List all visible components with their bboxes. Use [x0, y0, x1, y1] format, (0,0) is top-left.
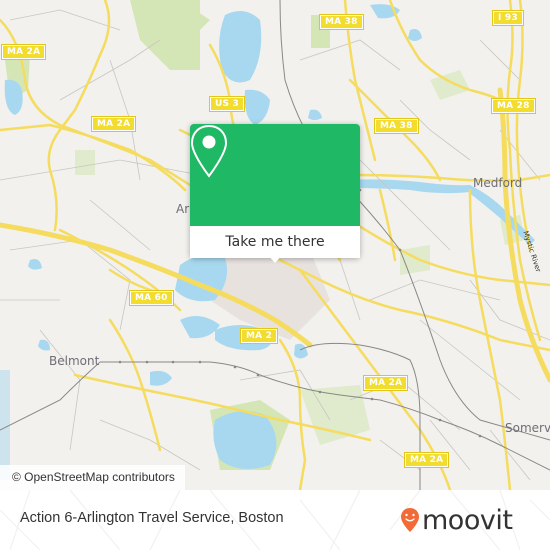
- location-popup: Take me there: [190, 124, 360, 263]
- moovit-logo[interactable]: moovit: [400, 500, 513, 540]
- route-shield-ma2a: MA 2A: [362, 375, 409, 391]
- route-shield-ma2: MA 2: [239, 328, 279, 344]
- park-area: [75, 150, 95, 175]
- map-view[interactable]: MA 2A MA 2A US 3 MA 38 MA 38 I 93 MA 28 …: [0, 0, 550, 490]
- lake: [180, 316, 220, 339]
- location-title: Action 6-Arlington Travel Service, Bosto…: [20, 510, 284, 526]
- route-shield-ma38: MA 38: [374, 118, 419, 134]
- park-area: [400, 245, 430, 275]
- route-shield-ma38: MA 38: [319, 14, 364, 30]
- pond: [28, 259, 42, 270]
- lake: [219, 11, 262, 83]
- pond: [0, 370, 10, 480]
- popup-pointer: [267, 254, 283, 263]
- lake: [213, 411, 277, 469]
- pond: [38, 339, 50, 351]
- pond: [294, 343, 308, 359]
- footer: Action 6-Arlington Travel Service, Bosto…: [0, 490, 550, 550]
- map-attribution[interactable]: © OpenStreetMap contributors: [0, 465, 185, 490]
- place-label-somerville: Somerv: [505, 421, 550, 435]
- place-label-medford: Medford: [473, 176, 523, 190]
- lake: [244, 89, 270, 125]
- pond: [408, 29, 422, 41]
- pond: [308, 109, 322, 120]
- route-shield-ma2a: MA 2A: [403, 452, 450, 468]
- moovit-smile-pin-icon: [401, 508, 419, 532]
- place-label-arlington: Ar: [176, 202, 190, 216]
- mystic-river: [350, 179, 470, 194]
- moovit-wordmark: moovit: [422, 504, 513, 536]
- map-pin-icon: [190, 124, 228, 178]
- park-area: [130, 0, 200, 70]
- route-shield-us3: US 3: [209, 96, 245, 112]
- popup-header: [190, 124, 360, 234]
- route-shield-ma60: MA 60: [129, 290, 174, 306]
- route-shield-ma2a: MA 2A: [0, 44, 47, 60]
- route-shield-ma28: MA 28: [491, 98, 536, 114]
- route-shield-i93: I 93: [492, 10, 524, 26]
- pond: [150, 370, 172, 386]
- place-label-belmont: Belmont: [49, 354, 100, 368]
- route-shield-ma2a: MA 2A: [90, 116, 137, 132]
